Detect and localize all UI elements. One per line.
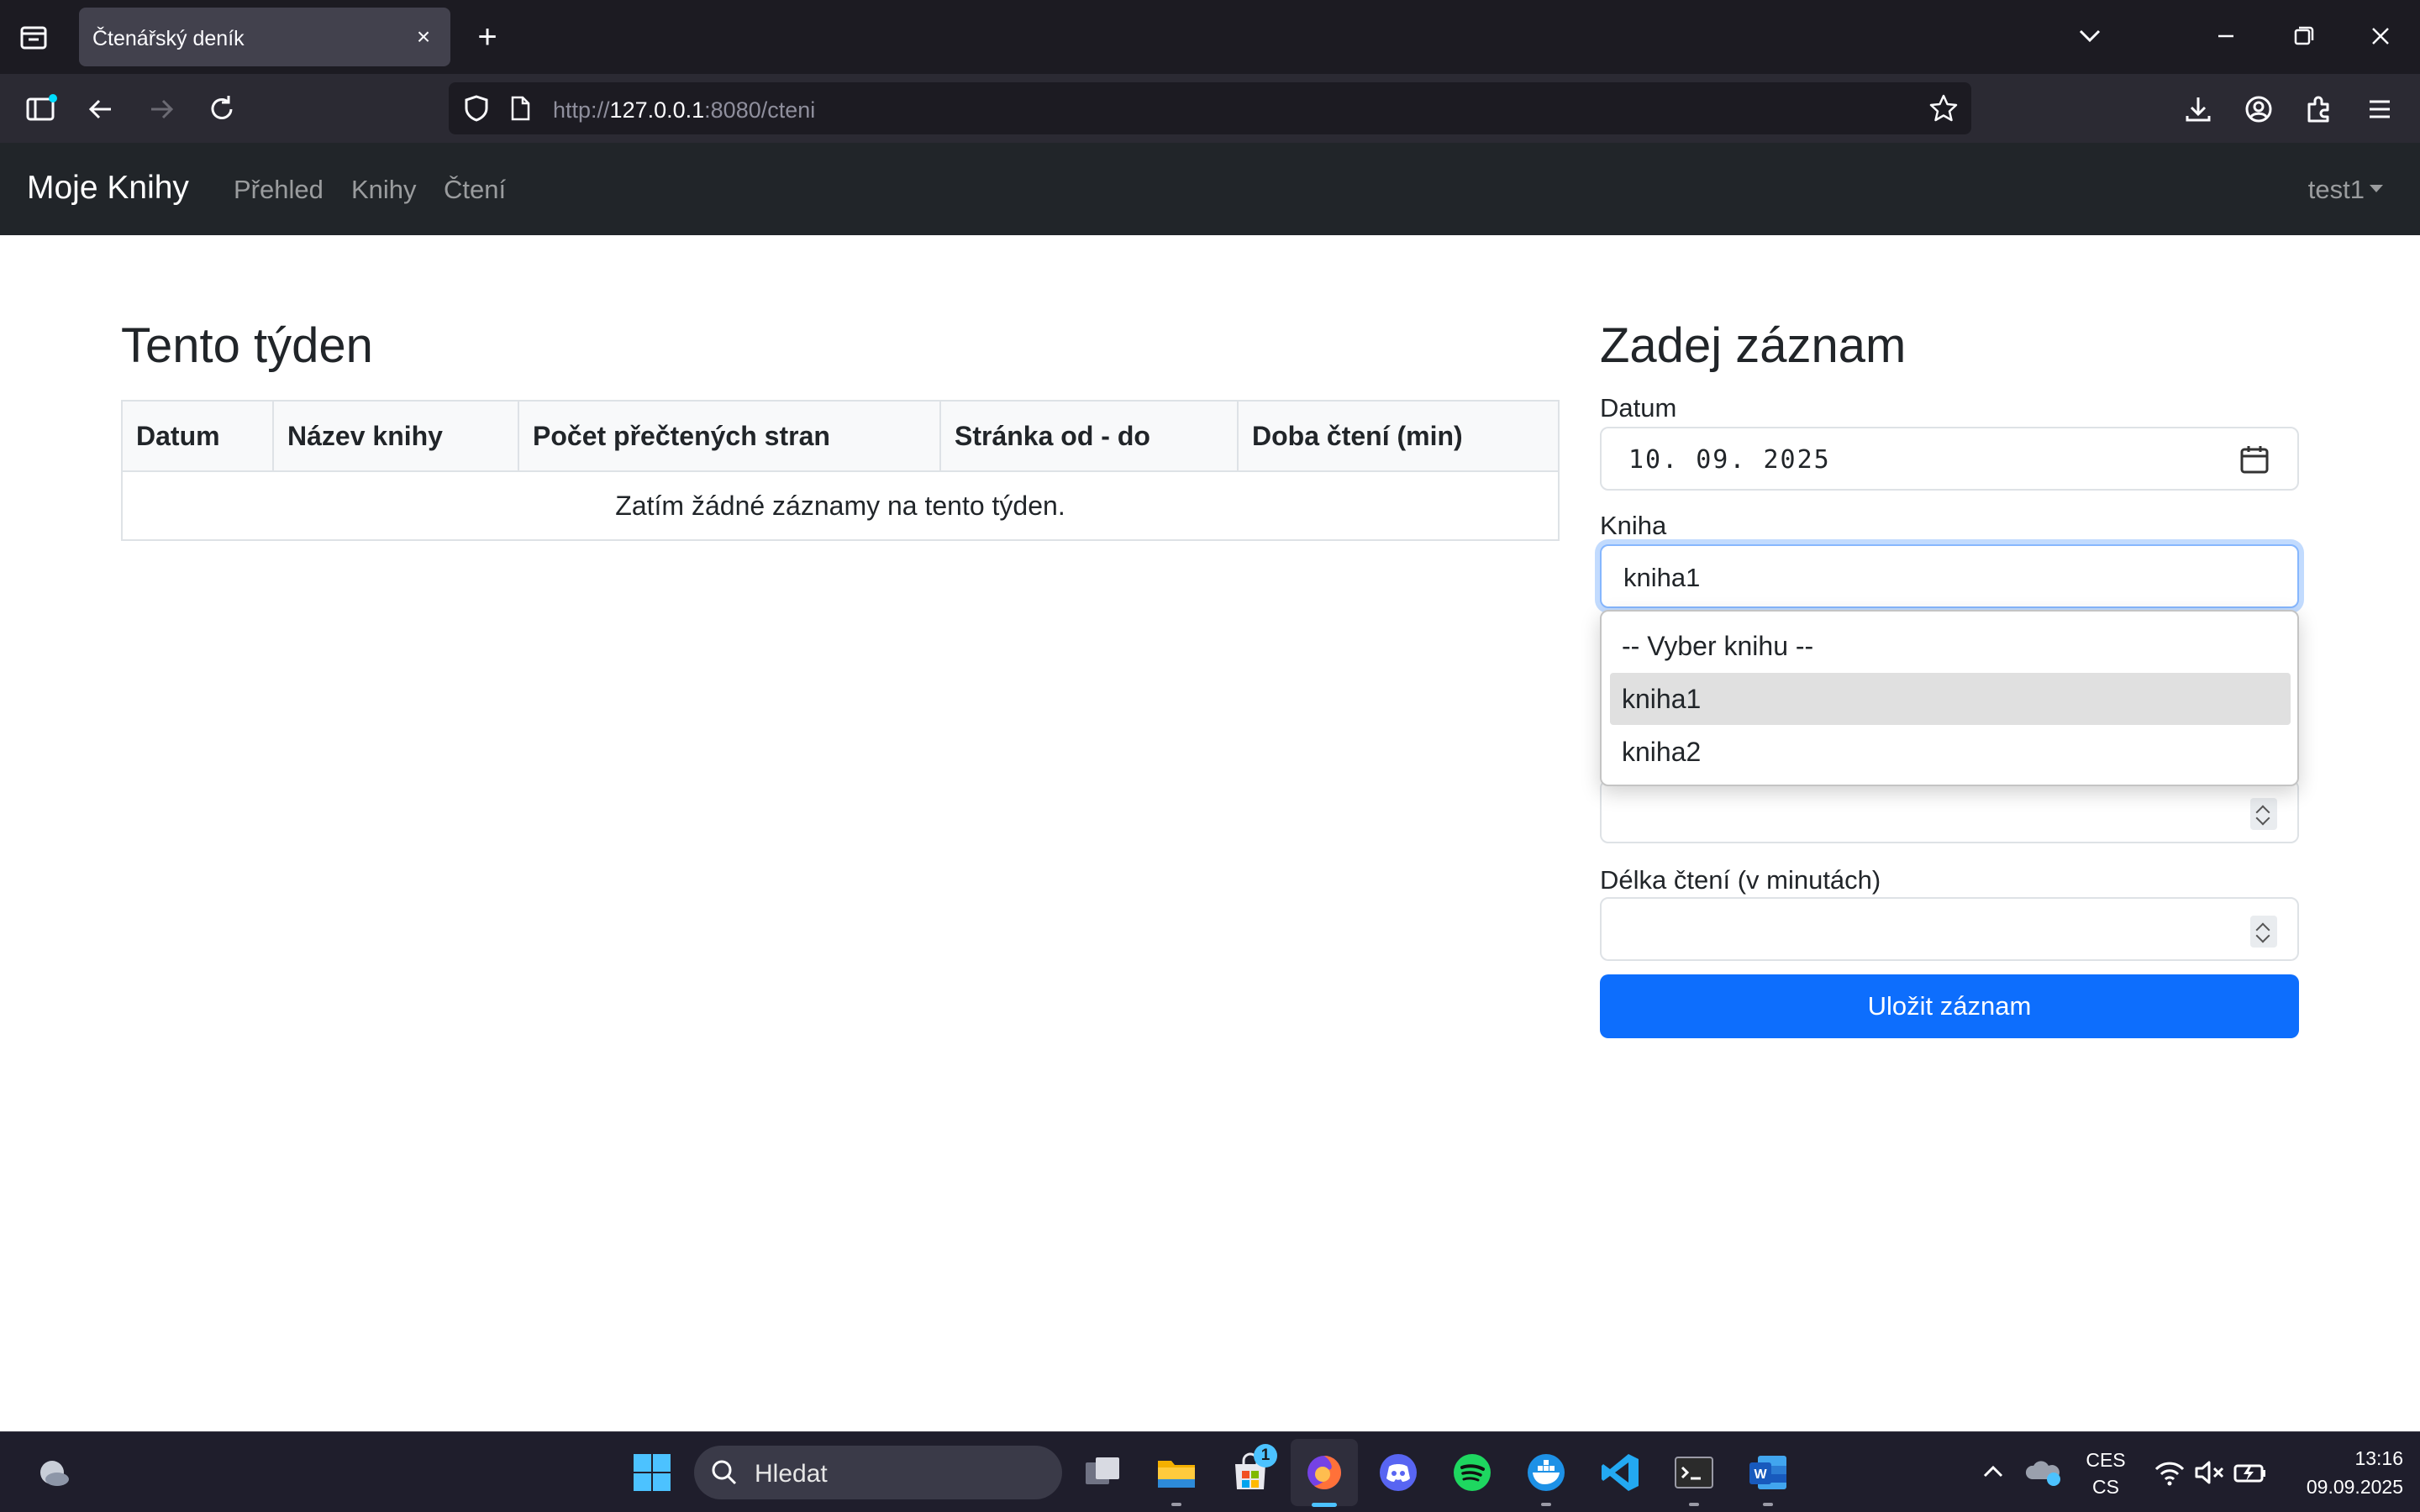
book-option-kniha2[interactable]: kniha2 <box>1610 726 2291 778</box>
store-badge: 1 <box>1254 1444 1277 1467</box>
vscode-icon[interactable] <box>1598 1451 1642 1494</box>
taskbar-search[interactable]: Hledat <box>694 1446 1062 1499</box>
book-option-placeholder[interactable]: -- Vyber knihu -- <box>1610 620 2291 672</box>
table-row: Zatím žádné záznamy na tento týden. <box>121 470 1560 541</box>
table-header-row: Datum Název knihy Počet přečtených stran… <box>121 400 1560 472</box>
active-indicator <box>1312 1503 1337 1507</box>
downloads-icon[interactable] <box>2180 91 2217 128</box>
pages-input[interactable] <box>1600 780 2299 843</box>
calendar-icon[interactable] <box>2238 444 2270 475</box>
url-text[interactable]: http://127.0.0.1:8080/cteni <box>553 97 815 123</box>
extensions-puzzle-icon[interactable] <box>2301 91 2338 128</box>
nav-link-knihy[interactable]: Knihy <box>351 175 417 205</box>
tracking-shield-icon[interactable] <box>460 92 492 124</box>
book-select-value: kniha1 <box>1623 563 1701 592</box>
address-bar[interactable]: http://127.0.0.1:8080/cteni <box>449 82 1971 134</box>
duration-input[interactable] <box>1600 897 2299 961</box>
running-indicator <box>1689 1503 1699 1506</box>
tab-list-icon[interactable] <box>17 20 50 54</box>
tab-title: Čtenářský deník <box>92 27 245 50</box>
discord-icon[interactable] <box>1376 1451 1420 1494</box>
battery-icon[interactable] <box>2228 1451 2272 1494</box>
column-header-datum: Datum <box>121 400 274 472</box>
hamburger-menu-icon[interactable] <box>2361 91 2398 128</box>
column-header-stranka: Stránka od - do <box>939 400 1239 472</box>
reload-icon[interactable] <box>203 91 240 128</box>
running-indicator <box>1763 1503 1773 1506</box>
task-view-icon[interactable] <box>1081 1451 1124 1494</box>
caret-down-icon <box>2370 185 2383 192</box>
browser-tab-bar: Čtenářský deník × + <box>0 0 2420 74</box>
book-select[interactable]: kniha1 <box>1600 544 2299 608</box>
book-label: Kniha <box>1600 511 1667 540</box>
docker-icon[interactable] <box>1524 1451 1568 1494</box>
form-title: Zadej záznam <box>1600 318 1907 373</box>
date-value: 10. 09. 2025 <box>1628 445 1831 475</box>
windows-start-icon[interactable] <box>630 1451 674 1494</box>
app-navbar: Moje Knihy Přehled Knihy Čtení test1 <box>0 143 2420 235</box>
nav-link-cteni[interactable]: Čtení <box>444 175 506 205</box>
running-indicator <box>1541 1503 1551 1506</box>
clock-time[interactable]: 13:16 <box>2277 1447 2403 1470</box>
word-icon[interactable]: W <box>1746 1451 1790 1494</box>
file-explorer-icon[interactable] <box>1155 1451 1198 1494</box>
book-dropdown-list: -- Vyber knihu -- kniha1 kniha2 <box>1600 610 2299 786</box>
bookmark-star-icon[interactable] <box>1928 92 1960 124</box>
search-placeholder: Hledat <box>755 1460 828 1488</box>
clock-date[interactable]: 09.09.2025 <box>2277 1476 2403 1499</box>
language-indicator-bottom[interactable]: CS <box>2081 1476 2131 1499</box>
week-table: Datum Název knihy Počet přečtených stran… <box>121 400 1560 541</box>
column-header-nazev: Název knihy <box>272 400 519 472</box>
empty-table-message: Zatím žádné záznamy na tento týden. <box>121 470 1560 541</box>
sidebar-toggle-icon[interactable] <box>22 91 59 128</box>
windows-taskbar: Hledat 1 W CES CS 13:16 09.09.2025 <box>0 1431 2420 1512</box>
wifi-icon[interactable] <box>2148 1451 2191 1494</box>
language-indicator-top[interactable]: CES <box>2081 1449 2131 1472</box>
page-info-icon[interactable] <box>506 94 534 123</box>
spotify-icon[interactable] <box>1450 1451 1494 1494</box>
onedrive-icon[interactable] <box>2022 1451 2065 1494</box>
search-icon <box>709 1457 739 1488</box>
pages-stepper-icon[interactable] <box>2250 798 2277 830</box>
volume-muted-icon[interactable] <box>2188 1451 2232 1494</box>
duration-label: Délka čtení (v minutách) <box>1600 865 1881 895</box>
svg-text:W: W <box>1754 1467 1767 1482</box>
column-header-pocet-stran: Počet přečtených stran <box>518 400 941 472</box>
nav-link-prehled[interactable]: Přehled <box>234 175 324 205</box>
running-indicator <box>1171 1503 1181 1506</box>
user-menu-toggle[interactable]: test1 <box>2308 175 2365 205</box>
column-header-doba: Doba čtení (min) <box>1237 400 1560 472</box>
close-window-icon[interactable] <box>2360 17 2402 55</box>
firefox-icon[interactable] <box>1302 1451 1346 1494</box>
account-icon[interactable] <box>2240 91 2277 128</box>
forward-arrow-icon <box>143 91 180 128</box>
show-hidden-icons-chevron-icon[interactable] <box>1971 1451 2015 1494</box>
browser-tab-active[interactable]: Čtenářský deník × <box>79 8 450 66</box>
terminal-icon[interactable] <box>1672 1451 1716 1494</box>
new-tab-button[interactable]: + <box>471 18 504 55</box>
brand-link[interactable]: Moje Knihy <box>27 170 189 207</box>
back-arrow-icon[interactable] <box>82 91 119 128</box>
restore-icon[interactable] <box>2282 17 2324 55</box>
book-option-kniha1[interactable]: kniha1 <box>1610 673 2291 725</box>
tab-close-icon[interactable]: × <box>408 22 439 52</box>
browser-nav-bar: http://127.0.0.1:8080/cteni <box>0 74 2420 143</box>
weather-widget-icon[interactable] <box>32 1451 76 1494</box>
save-entry-button[interactable]: Uložit záznam <box>1600 974 2299 1038</box>
date-input[interactable]: 10. 09. 2025 <box>1600 427 2299 491</box>
tab-overflow-chevron-icon[interactable] <box>2069 17 2111 55</box>
week-title: Tento týden <box>121 318 373 373</box>
duration-stepper-icon[interactable] <box>2250 916 2277 948</box>
date-label: Datum <box>1600 393 1677 423</box>
minimize-icon[interactable] <box>2205 17 2247 55</box>
